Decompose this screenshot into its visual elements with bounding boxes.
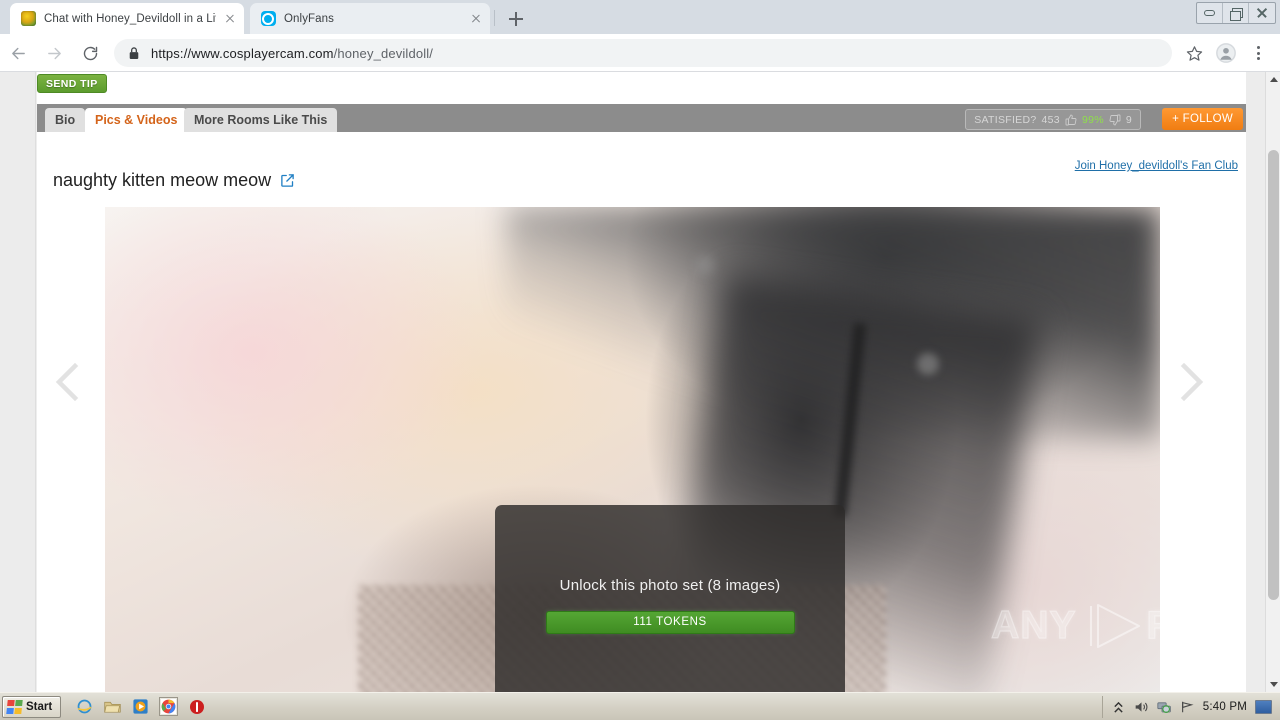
minimize-button[interactable] bbox=[1197, 3, 1223, 23]
thumbs-down-icon bbox=[1109, 114, 1121, 126]
lock-icon bbox=[129, 47, 139, 59]
rating-down-count: 9 bbox=[1125, 113, 1132, 126]
system-tray: 5:40 PM bbox=[1101, 696, 1278, 718]
folder-explorer-icon[interactable] bbox=[103, 697, 122, 716]
tab-bio[interactable]: Bio bbox=[45, 108, 86, 132]
stop-record-icon[interactable] bbox=[187, 697, 206, 716]
rating-up-count: 453 bbox=[1041, 113, 1060, 126]
unlock-tokens-button[interactable]: 111 TOKENS bbox=[545, 610, 795, 634]
tab-separator bbox=[494, 10, 495, 26]
url-path: /honey_devildoll/ bbox=[333, 45, 434, 61]
tip-row: SEND TIP bbox=[37, 72, 1246, 102]
page-scrollbar[interactable] bbox=[1265, 72, 1280, 692]
rating-question: SATISFIED? bbox=[974, 113, 1037, 126]
flag-icon[interactable] bbox=[1180, 700, 1195, 715]
photo-set-title-text: naughty kitten meow meow bbox=[53, 170, 272, 190]
reload-button[interactable] bbox=[72, 35, 108, 71]
onlyfans-favicon bbox=[260, 11, 276, 27]
satisfaction-rating[interactable]: SATISFIED? 453 99% 9 bbox=[965, 109, 1141, 130]
internet-explorer-icon[interactable] bbox=[75, 697, 94, 716]
page-viewport: SEND TIP Bio Pics & Videos More Rooms Li… bbox=[0, 72, 1280, 692]
windows-taskbar: Start 5:40 PM bbox=[0, 692, 1280, 720]
scroll-down-button[interactable] bbox=[1266, 677, 1280, 692]
media-player-icon[interactable] bbox=[131, 697, 150, 716]
chat-room-favicon bbox=[20, 11, 36, 27]
show-hidden-icons-button[interactable] bbox=[1111, 700, 1126, 715]
network-icon[interactable] bbox=[1157, 700, 1172, 715]
external-link-icon[interactable] bbox=[280, 173, 295, 188]
forward-button[interactable] bbox=[36, 35, 72, 71]
page-content: SEND TIP Bio Pics & Videos More Rooms Li… bbox=[37, 72, 1246, 692]
address-bar[interactable]: https://www.cosplayercam.com/honey_devil… bbox=[114, 39, 1172, 67]
page-left-gutter bbox=[0, 72, 36, 692]
google-chrome-icon[interactable] bbox=[159, 697, 179, 716]
close-tab-button[interactable] bbox=[222, 11, 238, 27]
start-button[interactable]: Start bbox=[2, 695, 62, 718]
follow-button[interactable]: + FOLLOW bbox=[1162, 108, 1243, 130]
scroll-up-button[interactable] bbox=[1266, 72, 1280, 87]
restore-button[interactable] bbox=[1223, 3, 1249, 23]
kebab-menu-icon[interactable] bbox=[1242, 37, 1274, 69]
url-origin: https://www.cosplayercam.com bbox=[151, 45, 334, 61]
unlock-overlay-text: Unlock this photo set (8 images) bbox=[559, 576, 781, 594]
chevron-left-icon bbox=[55, 362, 79, 402]
tab-more-rooms[interactable]: More Rooms Like This bbox=[184, 108, 338, 132]
browser-tab-title: Chat with Honey_Devildoll in a Live / bbox=[44, 12, 216, 25]
photo-blur-highlight bbox=[917, 352, 940, 375]
fan-club-link[interactable]: Join Honey_devildoll's Fan Club bbox=[1075, 160, 1238, 172]
site-tab-bar: Bio Pics & Videos More Rooms Like This S… bbox=[37, 104, 1246, 132]
tab-strip: Chat with Honey_Devildoll in a Live / On… bbox=[0, 0, 1280, 34]
window-controls bbox=[1196, 2, 1276, 24]
volume-icon[interactable] bbox=[1134, 700, 1149, 715]
quick-launch-bar bbox=[75, 697, 206, 716]
browser-tab-title: OnlyFans bbox=[284, 12, 335, 25]
next-photo-button[interactable] bbox=[1174, 360, 1208, 404]
browser-tab-onlyfans[interactable]: OnlyFans bbox=[250, 3, 490, 34]
scroll-thumb[interactable] bbox=[1268, 150, 1279, 600]
new-tab-button[interactable] bbox=[505, 8, 527, 30]
back-button[interactable] bbox=[0, 35, 36, 71]
windows-logo-icon bbox=[6, 699, 23, 714]
address-bar-url: https://www.cosplayercam.com/honey_devil… bbox=[151, 46, 433, 61]
browser-toolbar: https://www.cosplayercam.com/honey_devil… bbox=[0, 34, 1280, 72]
profile-avatar[interactable] bbox=[1210, 37, 1242, 69]
tab-pics-videos[interactable]: Pics & Videos bbox=[85, 108, 188, 132]
show-desktop-button[interactable] bbox=[1255, 700, 1272, 714]
close-tab-button[interactable] bbox=[468, 11, 484, 27]
start-button-label: Start bbox=[26, 700, 53, 713]
page-right-gutter bbox=[1246, 72, 1265, 692]
unlock-photoset-overlay: Unlock this photo set (8 images) 111 TOK… bbox=[495, 505, 845, 692]
browser-tab-chat[interactable]: Chat with Honey_Devildoll in a Live / bbox=[10, 3, 244, 34]
star-icon[interactable] bbox=[1178, 37, 1210, 69]
close-window-button[interactable] bbox=[1249, 3, 1275, 23]
thumbs-up-icon bbox=[1065, 113, 1077, 125]
taskbar-clock[interactable]: 5:40 PM bbox=[1203, 701, 1247, 713]
send-tip-button[interactable]: SEND TIP bbox=[37, 74, 107, 93]
rating-percent: 99% bbox=[1081, 113, 1104, 126]
chevron-right-icon bbox=[1180, 362, 1204, 402]
photo-set-title: naughty kitten meow meow bbox=[53, 170, 295, 191]
previous-photo-button[interactable] bbox=[51, 360, 85, 404]
photo-blur-highlight bbox=[695, 255, 714, 274]
browser-window: Chat with Honey_Devildoll in a Live / On… bbox=[0, 0, 1280, 692]
